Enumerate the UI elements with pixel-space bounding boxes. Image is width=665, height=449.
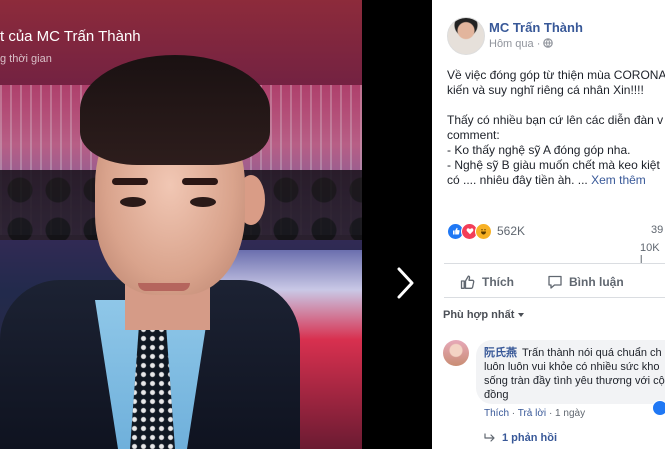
photo-right-brow (182, 178, 218, 185)
post-text: Về việc đóng góp từ thiện mùa CORONA kiế… (447, 68, 665, 188)
comment-actions: Thích · Trả lời · 1 ngày (484, 408, 585, 419)
photo-hair (80, 55, 270, 165)
comments-count[interactable]: 39 (651, 224, 663, 236)
meta-separator: · (536, 38, 544, 50)
thumbs-up-icon (460, 275, 475, 289)
globe-icon (543, 38, 554, 48)
post-time[interactable]: Hôm qua (489, 38, 534, 50)
comment-like-link[interactable]: Thích (484, 408, 509, 419)
chevron-right-icon (397, 267, 414, 299)
caret-down-icon (518, 313, 525, 318)
photo-left-brow (112, 178, 148, 185)
photo-viewer: t của MC Trấn Thành g thời gian (0, 0, 432, 449)
comment-sort-dropdown[interactable]: Phù hợp nhất (443, 309, 525, 321)
comment-icon (548, 275, 562, 289)
view-replies-link[interactable]: 1 phản hồi (484, 432, 557, 444)
author-name[interactable]: MC Trấn Thành (489, 20, 583, 35)
like-button[interactable]: Thích (460, 274, 514, 290)
reactions-count: 562K (497, 224, 526, 238)
comment-text: 阮氏燕 Trấn thành nói quá chuẩn ch luôn luôn… (484, 346, 665, 402)
post-meta: Hôm qua · (489, 38, 554, 50)
post-body: Về việc đóng góp từ thiện mùa CORONA kiế… (447, 68, 665, 187)
commenter-avatar[interactable] (443, 340, 469, 366)
comment-like-badge-icon[interactable] (652, 400, 665, 416)
comment-sort-label: Phù hợp nhất (443, 309, 515, 321)
next-photo-button[interactable] (390, 263, 420, 303)
divider-bottom (444, 297, 665, 298)
view-replies-label: 1 phản hồi (502, 432, 557, 444)
reply-arrow-icon (484, 433, 495, 442)
comment-button[interactable]: Bình luận (547, 274, 624, 290)
divider-top (444, 263, 665, 264)
photo-caption: t của MC Trấn Thành (0, 28, 141, 45)
comment-button-label: Bình luận (569, 275, 624, 289)
comment-time[interactable]: 1 ngày (555, 408, 585, 419)
commenter-name[interactable]: 阮氏燕 (484, 347, 517, 359)
post-panel: MC Trấn Thành Hôm qua · Về việc đóng góp… (432, 0, 665, 449)
photo-right-eye (190, 197, 216, 207)
comment-reply-link[interactable]: Trả lời (518, 408, 546, 419)
photo-subcaption: g thời gian (0, 53, 52, 65)
haha-reaction-icon (475, 222, 492, 240)
photo-mouth (138, 283, 190, 291)
photo-left-eye (120, 197, 146, 207)
see-more-link[interactable]: Xem thêm (591, 173, 646, 187)
author-avatar[interactable] (447, 17, 485, 55)
post-photo[interactable]: t của MC Trấn Thành g thời gian (0, 0, 362, 449)
like-button-label: Thích (482, 275, 514, 289)
reactions-summary[interactable]: 562K (447, 222, 525, 240)
